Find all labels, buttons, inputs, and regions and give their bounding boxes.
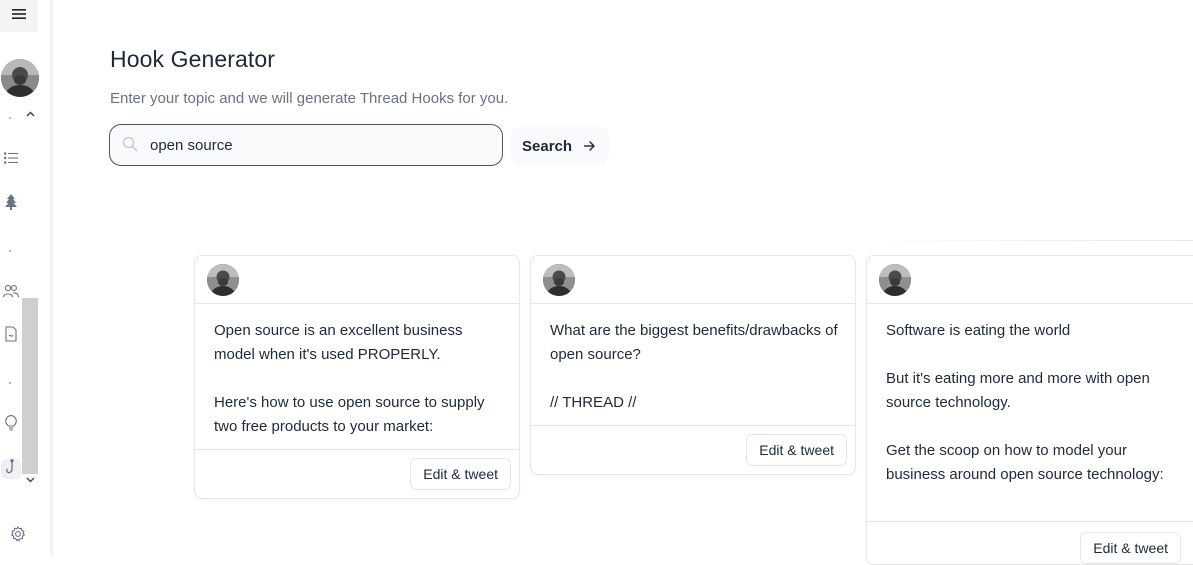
divider xyxy=(860,240,1193,241)
search-field[interactable] xyxy=(109,124,503,166)
hook-text: What are the biggest benefits/drawbacks … xyxy=(550,319,843,415)
list-icon xyxy=(3,151,18,169)
document-icon xyxy=(5,325,17,347)
hook-text: Open source is an excellent business mod… xyxy=(214,319,507,439)
lightbulb-icon xyxy=(5,414,17,436)
card-footer: Edit & tweet xyxy=(867,521,1193,564)
search-input[interactable] xyxy=(150,133,490,157)
hook-icon xyxy=(5,458,17,480)
arrow-right-icon xyxy=(583,139,595,156)
hook-paragraph: Here's how to use open source to supply … xyxy=(214,394,485,435)
sidebar-item-hooks[interactable] xyxy=(1,458,21,480)
tree-icon xyxy=(5,193,17,215)
sidebar-separator xyxy=(9,382,11,384)
avatar xyxy=(207,264,239,296)
user-avatar[interactable] xyxy=(1,59,39,97)
hook-paragraph: But it's eating more and more with open … xyxy=(886,370,1150,411)
sidebar-divider xyxy=(50,0,53,557)
hook-text: Software is eating the world But it's ea… xyxy=(886,319,1181,487)
gear-icon xyxy=(10,525,26,547)
hook-paragraph: Open source is an excellent business mod… xyxy=(214,322,463,363)
card-header xyxy=(195,256,519,304)
menu-icon xyxy=(12,7,26,25)
hook-card: Software is eating the world But it's ea… xyxy=(866,255,1193,565)
card-header xyxy=(531,256,855,304)
avatar xyxy=(879,264,911,296)
sidebar-item-ideas[interactable] xyxy=(2,414,20,436)
edit-tweet-button[interactable]: Edit & tweet xyxy=(1080,532,1181,564)
scroll-down-arrow[interactable] xyxy=(22,473,38,487)
card-footer: Edit & tweet xyxy=(195,449,519,498)
sidebar-item-list[interactable] xyxy=(2,151,20,169)
card-header xyxy=(867,256,1193,304)
search-icon xyxy=(122,136,138,157)
search-button-label: Search xyxy=(522,137,573,155)
scroll-up-arrow[interactable] xyxy=(22,107,38,121)
scrollbar-thumb[interactable] xyxy=(22,298,38,474)
card-footer: Edit & tweet xyxy=(531,425,855,474)
sidebar-item-document[interactable] xyxy=(2,325,20,347)
sidebar-item-settings[interactable] xyxy=(9,525,27,547)
edit-tweet-button[interactable]: Edit & tweet xyxy=(410,458,511,490)
edit-tweet-button[interactable]: Edit & tweet xyxy=(746,434,847,466)
sidebar-separator xyxy=(9,250,11,252)
hook-paragraph: What are the biggest benefits/drawbacks … xyxy=(550,322,838,363)
sidebar-item-users[interactable] xyxy=(2,284,20,302)
sidebar-separator xyxy=(9,117,11,119)
hook-card: Open source is an excellent business mod… xyxy=(194,255,520,499)
hook-paragraph: Software is eating the world xyxy=(886,322,1071,339)
avatar xyxy=(543,264,575,296)
users-icon xyxy=(3,284,19,303)
page-title: Hook Generator xyxy=(110,46,276,72)
sidebar-item-tree[interactable] xyxy=(2,193,20,215)
hook-card: What are the biggest benefits/drawbacks … xyxy=(530,255,856,475)
page-subtitle: Enter your topic and we will generate Th… xyxy=(110,90,509,107)
hook-paragraph: Get the scoop on how to model your busin… xyxy=(886,442,1164,483)
menu-button[interactable] xyxy=(0,0,38,32)
search-button[interactable]: Search xyxy=(511,127,609,165)
hook-paragraph: // THREAD // xyxy=(550,394,637,411)
